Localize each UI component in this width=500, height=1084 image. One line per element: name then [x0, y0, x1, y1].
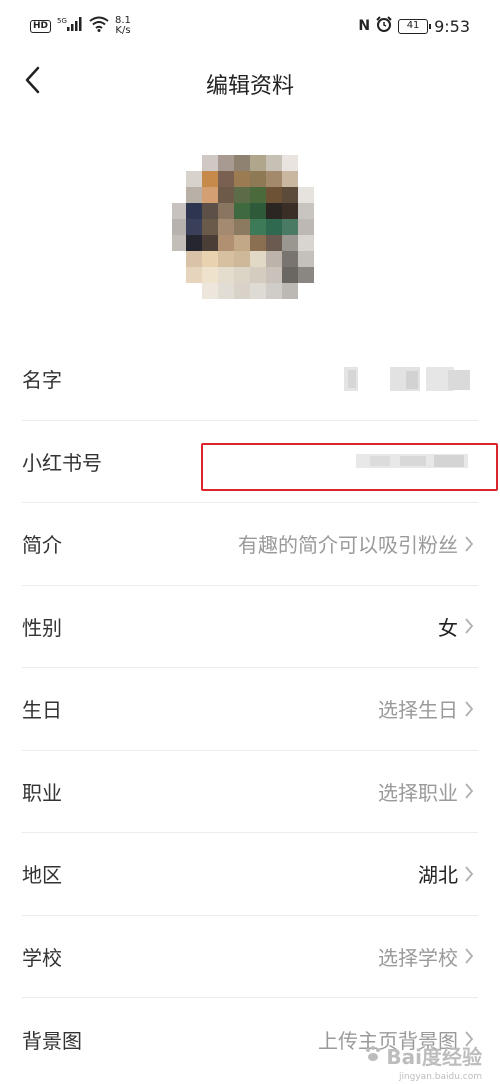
row-gender[interactable]: 性别 女	[22, 586, 478, 668]
row-right	[344, 338, 478, 420]
battery-icon: 41	[398, 18, 432, 34]
status-bar: HD 5G 8.1 K/s N 41 9:53	[0, 0, 500, 52]
paw-icon	[364, 1044, 382, 1068]
chevron-right-icon	[464, 782, 478, 800]
row-value: 有趣的简介可以吸引粉丝	[238, 533, 458, 558]
row-value: 选择职业	[378, 780, 458, 805]
row-label: 性别	[22, 615, 62, 640]
row-school[interactable]: 学校 选择学校	[22, 916, 478, 998]
nfc-icon: N	[358, 18, 371, 34]
row-label: 简介	[22, 533, 62, 558]
chevron-right-icon	[464, 947, 478, 965]
row-right: 女	[438, 586, 478, 668]
row-label: 小红书号	[22, 450, 102, 475]
avatar-image	[172, 155, 314, 299]
chevron-right-icon	[464, 865, 478, 883]
status-right: N 41 9:53	[358, 16, 470, 36]
chevron-right-icon	[464, 700, 478, 718]
row-label: 名字	[22, 368, 62, 393]
row-value: 选择学校	[378, 945, 458, 970]
wifi-icon	[89, 16, 109, 36]
speed-unit: K/s	[115, 25, 131, 36]
row-value: 选择生日	[378, 698, 458, 723]
watermark: Bai度经验 jingyan.baidu.com	[364, 1041, 482, 1082]
status-left: HD 5G 8.1 K/s	[30, 16, 131, 36]
watermark-subtext: jingyan.baidu.com	[398, 1072, 482, 1082]
row-right: 选择职业	[378, 751, 478, 833]
row-right: 湖北	[418, 833, 478, 915]
row-label: 职业	[22, 780, 62, 805]
row-label: 背景图	[22, 1028, 82, 1053]
row-name[interactable]: 名字	[22, 338, 478, 421]
row-birthday[interactable]: 生日 选择生日	[22, 668, 478, 751]
battery-level: 41	[406, 19, 420, 31]
network-speed: 8.1 K/s	[115, 16, 131, 36]
highlight-annotation	[201, 443, 498, 491]
row-right: 有趣的简介可以吸引粉丝	[238, 503, 478, 585]
row-value: 湖北	[418, 863, 458, 888]
clock: 9:53	[434, 16, 470, 36]
chevron-right-icon	[464, 617, 478, 635]
avatar[interactable]	[172, 155, 332, 305]
row-value: 女	[438, 615, 458, 640]
watermark-text: Bai度经验	[386, 1045, 482, 1069]
row-label: 生日	[22, 698, 62, 723]
hd-icon: HD	[30, 19, 52, 33]
page-title: 编辑资料	[205, 74, 294, 99]
row-bio[interactable]: 简介 有趣的简介可以吸引粉丝	[22, 503, 478, 586]
signal-label: 5G	[57, 17, 67, 25]
signal-icon: 5G	[57, 16, 83, 36]
row-right: 选择生日	[378, 668, 478, 750]
row-label: 地区	[22, 863, 62, 888]
chevron-right-icon	[464, 535, 478, 553]
alarm-icon	[376, 16, 392, 36]
row-right: 选择学校	[378, 916, 478, 998]
row-occupation[interactable]: 职业 选择职业	[22, 751, 478, 833]
name-value-blurred	[344, 364, 472, 394]
nav-bar: 编辑资料	[0, 52, 500, 112]
row-label: 学校	[22, 945, 62, 970]
row-region[interactable]: 地区 湖北	[22, 833, 478, 916]
